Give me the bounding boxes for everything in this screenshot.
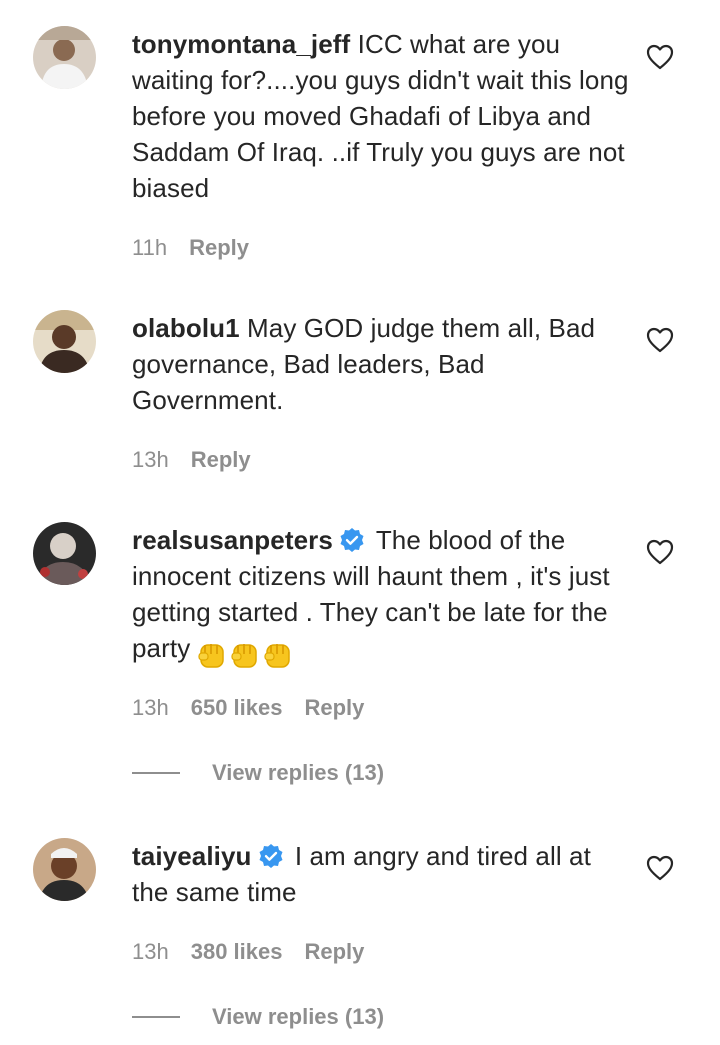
heart-icon[interactable] xyxy=(646,855,674,881)
divider-line xyxy=(132,772,180,774)
heart-icon[interactable] xyxy=(646,539,674,565)
reply-button[interactable]: Reply xyxy=(304,695,364,721)
avatar[interactable] xyxy=(33,838,96,901)
comment-meta: 13h Reply xyxy=(132,447,251,473)
timestamp: 11h xyxy=(132,235,168,260)
username-link[interactable]: taiyealiyu xyxy=(132,841,252,871)
avatar[interactable] xyxy=(33,310,96,373)
comment-text: olabolu1 May GOD judge them all, Bad gov… xyxy=(132,310,632,418)
view-replies-label: View replies (13) xyxy=(212,1004,385,1029)
username-link[interactable]: olabolu1 xyxy=(132,313,240,343)
avatar[interactable] xyxy=(33,26,96,89)
reply-button[interactable]: Reply xyxy=(304,939,364,965)
view-replies-button[interactable]: View replies (13) xyxy=(132,760,384,790)
likes-count[interactable]: 380 likes xyxy=(191,939,283,965)
comment-meta: 13h 380 likes Reply xyxy=(132,939,364,965)
reply-button[interactable]: Reply xyxy=(191,447,251,473)
comment-meta: 13h 650 likes Reply xyxy=(132,695,364,721)
timestamp: 13h xyxy=(132,695,169,720)
avatar[interactable] xyxy=(33,522,96,585)
comment-text: realsusanpeters The blood of the innocen… xyxy=(132,522,632,673)
comment-text: tonymontana_jeff ICC what are you waitin… xyxy=(132,26,632,206)
verified-badge-icon xyxy=(258,843,284,869)
view-replies-button[interactable]: View replies (13) xyxy=(132,1004,384,1034)
comment-meta: 11h Reply xyxy=(132,235,249,261)
verified-badge-icon xyxy=(339,527,365,553)
heart-icon[interactable] xyxy=(646,44,674,70)
reply-button[interactable]: Reply xyxy=(189,235,249,261)
view-replies-label: View replies (13) xyxy=(212,760,385,785)
timestamp: 13h xyxy=(132,939,169,964)
username-link[interactable]: tonymontana_jeff xyxy=(132,29,350,59)
comment-text: taiyealiyu I am angry and tired all at t… xyxy=(132,838,632,910)
timestamp: 13h xyxy=(132,447,169,472)
username-link[interactable]: realsusanpeters xyxy=(132,525,333,555)
likes-count[interactable]: 650 likes xyxy=(191,695,283,721)
heart-icon[interactable] xyxy=(646,327,674,353)
raised-fist-emoji-icon xyxy=(196,636,295,673)
divider-line xyxy=(132,1016,180,1018)
